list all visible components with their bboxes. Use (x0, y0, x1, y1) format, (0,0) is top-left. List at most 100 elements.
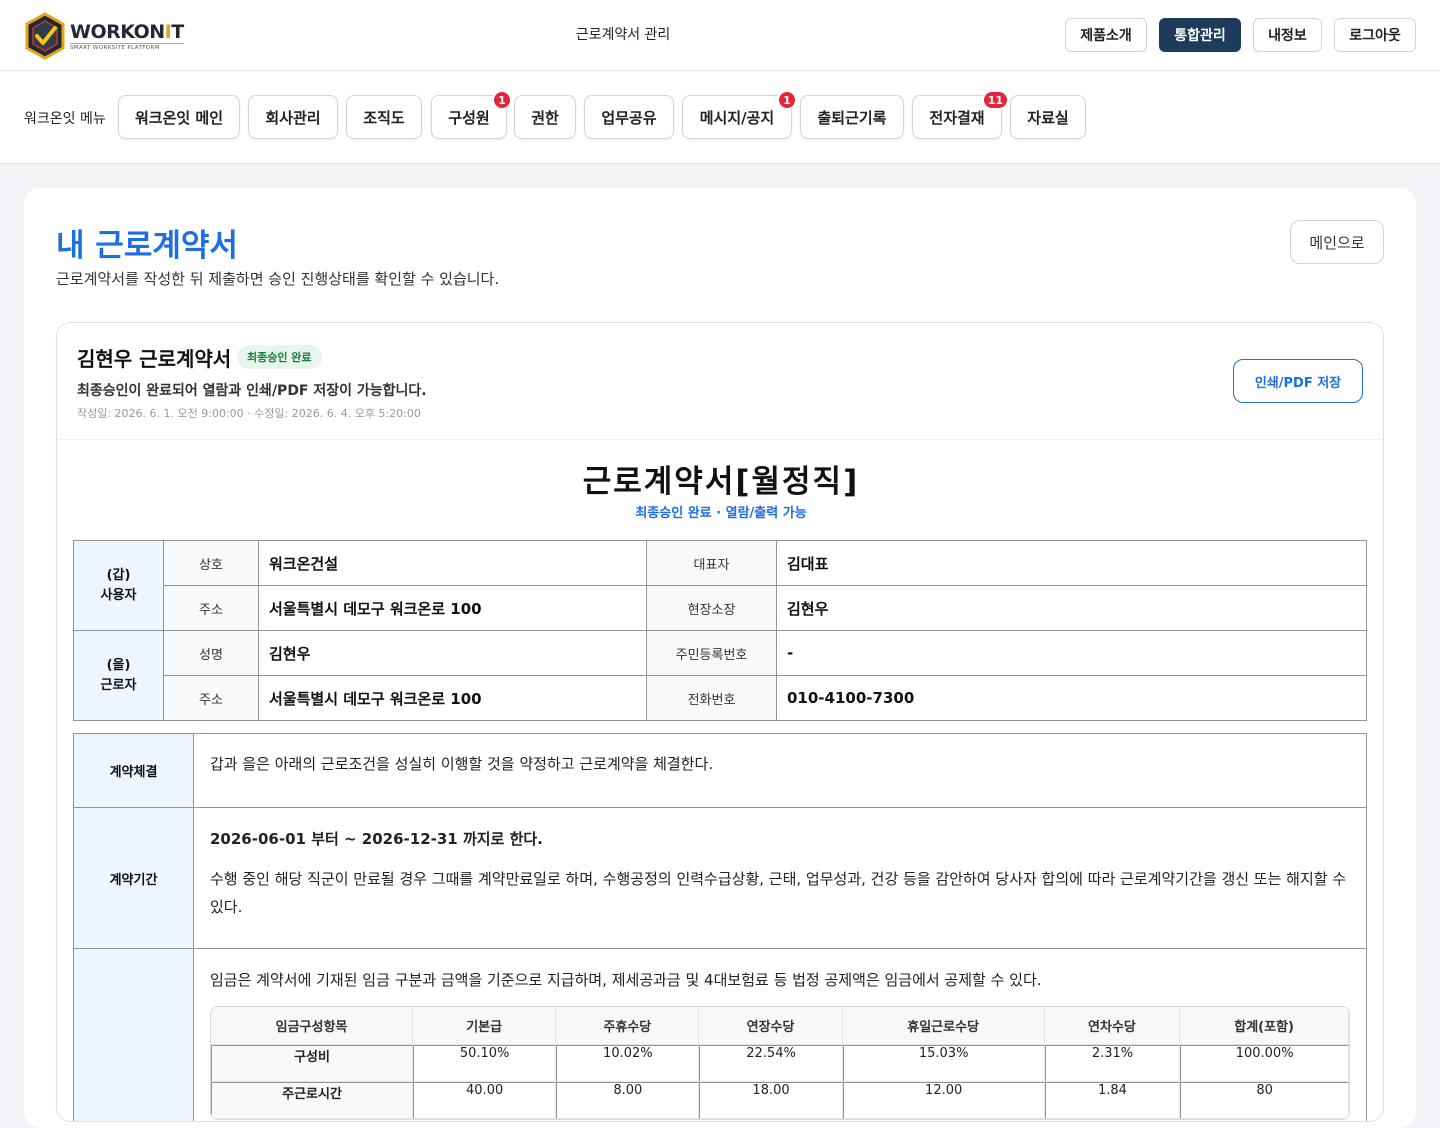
contract-dates: 작성일: 2026. 6. 1. 오전 9:00:00 · 수정일: 2026.… (77, 407, 421, 420)
integrated-management-button[interactable]: 통합관리 (1159, 18, 1241, 52)
product-intro-button[interactable]: 제품소개 (1065, 18, 1147, 52)
ceo-label: 대표자 (646, 540, 777, 586)
contract-name: 김현우 근로계약서 (77, 347, 232, 371)
menu-item-archive[interactable]: 자료실 (1010, 95, 1086, 139)
top-header: WORKONIT SMART WORKSITE PLATFORM 근로계약서 관… (0, 0, 1440, 71)
period-text: 2026-06-01 부터 ~ 2026-12-31 까지로 한다. (210, 830, 543, 848)
wage-header: 주휴수당 (556, 1007, 700, 1045)
table-row: 임금은 계약서에 기재된 임금 구분과 금액을 기준으로 지급하며, 제세공과금… (73, 948, 1367, 1121)
main-card: 내 근로계약서 근로계약서를 작성한 뒤 제출하면 승인 진행상태를 확인할 수… (24, 188, 1416, 1128)
menu-item-orgchart[interactable]: 조직도 (346, 95, 422, 139)
phone-value: 010-4100-7300 (776, 675, 1367, 721)
menu-item-company[interactable]: 회사관리 (248, 95, 338, 139)
print-pdf-button[interactable]: 인쇄/PDF 저장 (1233, 359, 1363, 403)
wage-table: 임금구성항목 기본급 주휴수당 연장수당 휴일근로수당 연차수당 합계(포함) … (210, 1006, 1350, 1120)
menu-item-label: 메시지/공지 (699, 108, 775, 127)
menu-item-label: 구성원 (448, 108, 490, 127)
wage-cell-value: 18.00 (699, 1082, 843, 1119)
wage-header: 합계(포함) (1180, 1007, 1349, 1045)
wage-header: 연차수당 (1044, 1007, 1181, 1045)
contract-panel: 김현우 근로계약서 최종승인 완료 최종승인이 완료되어 열람과 인쇄/PDF … (56, 322, 1384, 1122)
wage-cell-value: 8.00 (556, 1082, 700, 1119)
menu-item-label: 전자결재 (929, 108, 985, 127)
notification-badge: 1 (777, 90, 797, 110)
table-row: 임금구성항목 기본급 주휴수당 연장수당 휴일근로수당 연차수당 합계(포함) (211, 1007, 1349, 1045)
menu-item-members[interactable]: 구성원 1 (431, 90, 512, 139)
wage-cell-value: 10.02% (556, 1045, 700, 1082)
menu-item-work-share[interactable]: 업무공유 (584, 95, 674, 139)
period-cell: 2026-06-01 부터 ~ 2026-12-31 까지로 한다. 수행 중인… (193, 807, 1367, 949)
wage-label (73, 948, 194, 1121)
wage-cell-value: 80 (1180, 1082, 1349, 1119)
employee-name-label: 성명 (163, 630, 259, 676)
wage-cell-value: 12.00 (842, 1082, 1045, 1119)
employer-address-value: 서울특별시 데모구 워크온로 100 (258, 585, 647, 631)
wage-row-header: 주근로시간 (211, 1082, 414, 1119)
period-note: 수행 중인 해당 직군이 만료될 경우 그때를 계약만료일로 하며, 수행공정의… (210, 870, 1347, 916)
wage-cell-value: 15.03% (842, 1045, 1045, 1082)
menu-item-attendance[interactable]: 출퇴근기록 (800, 95, 904, 139)
menu-item-permissions[interactable]: 권한 (514, 95, 576, 139)
manager-value: 김현우 (776, 585, 1367, 631)
menu-item-messages[interactable]: 메시지/공지 1 (682, 90, 797, 139)
wage-cell-value: 2.31% (1044, 1045, 1181, 1082)
notification-badge: 11 (981, 90, 1009, 110)
page-label: 근로계약서 관리 (575, 27, 671, 43)
agreement-text: 갑과 을은 아래의 근로조건을 성실히 이행할 것을 약정하고 근로계약을 체결… (210, 755, 714, 773)
employer-address-label: 주소 (163, 585, 259, 631)
phone-label: 전화번호 (646, 675, 777, 721)
page-subtitle: 근로계약서를 작성한 뒤 제출하면 승인 진행상태를 확인할 수 있습니다. (56, 270, 500, 288)
wage-cell-value: 40.00 (413, 1082, 557, 1119)
wage-header: 연장수당 (699, 1007, 843, 1045)
my-info-button[interactable]: 내정보 (1253, 18, 1322, 52)
employee-address-label: 주소 (163, 675, 259, 721)
menu-item-label: 워크온잇 메인 (134, 108, 224, 127)
company-label: 상호 (163, 540, 259, 586)
wage-header: 기본급 (413, 1007, 557, 1045)
agreement-label: 계약체결 (73, 733, 194, 808)
wage-cell: 임금은 계약서에 기재된 임금 구분과 금액을 기준으로 지급하며, 제세공과금… (193, 948, 1367, 1121)
document-subtitle: 최종승인 완료 · 열람/출력 가능 (635, 506, 807, 521)
employee-name-value: 김현우 (258, 630, 647, 676)
manager-label: 현장소장 (646, 585, 777, 631)
wage-cell-value: 100.00% (1180, 1045, 1349, 1082)
menu-item-label: 회사관리 (265, 108, 321, 127)
table-row: 주근로시간 40.00 8.00 18.00 12.00 1.84 80 (211, 1082, 1349, 1119)
logout-button[interactable]: 로그아웃 (1334, 18, 1416, 52)
contract-header: 김현우 근로계약서 최종승인 완료 최종승인이 완료되어 열람과 인쇄/PDF … (57, 323, 1383, 440)
menu-bar: 워크온잇 메뉴 워크온잇 메인 회사관리 조직도 구성원 1 권한 업무공유 메시… (0, 71, 1440, 164)
employee-group-label: (을) 근로자 (73, 630, 164, 721)
company-value: 워크온건설 (258, 540, 647, 586)
menu-item-label: 자료실 (1027, 108, 1069, 127)
document-title: 근로계약서[월정직] (582, 464, 860, 500)
table-row: (을) 근로자 성명 김현우 주민등록번호 - (73, 630, 1367, 721)
menu-item-label: 출퇴근기록 (817, 108, 887, 127)
wage-header: 임금구성항목 (211, 1007, 414, 1045)
ceo-value: 김대표 (776, 540, 1367, 586)
wage-cell-value: 1.84 (1044, 1082, 1181, 1119)
table-row: 계약체결 갑과 을은 아래의 근로조건을 성실히 이행할 것을 약정하고 근로계… (73, 733, 1367, 808)
page-title: 내 근로계약서 (56, 228, 238, 264)
table-row: 계약기간 2026-06-01 부터 ~ 2026-12-31 까지로 한다. … (73, 807, 1367, 949)
menu-title: 워크온잇 메뉴 (24, 111, 106, 127)
table-row: 구성비 50.10% 10.02% 22.54% 15.03% 2.31% 10… (211, 1045, 1349, 1082)
menu-item-approval[interactable]: 전자결재 11 (912, 90, 1009, 139)
notification-badge: 1 (492, 90, 512, 110)
table-row: 주소 서울특별시 데모구 워크온로 100 현장소장 김현우 (74, 585, 1367, 631)
wage-cell-value: 22.54% (699, 1045, 843, 1082)
rrn-value: - (776, 630, 1367, 676)
wage-header: 휴일근로수당 (842, 1007, 1045, 1045)
table-row: 주소 서울특별시 데모구 워크온로 100 전화번호 010-4100-7300 (74, 675, 1367, 721)
party-table: (갑) 사용자 상호 워크온건설 대표자 김대표 주소 서울특별시 데모구 워크온… (73, 540, 1367, 721)
table-row: (갑) 사용자 상호 워크온건설 대표자 김대표 (73, 540, 1367, 631)
employer-group-label: (갑) 사용자 (73, 540, 164, 631)
status-badge: 최종승인 완료 (237, 345, 322, 369)
menu-item-main[interactable]: 워크온잇 메인 (118, 95, 240, 139)
employee-address-value: 서울특별시 데모구 워크온로 100 (258, 675, 647, 721)
wage-row-header: 구성비 (211, 1045, 414, 1082)
period-label: 계약기간 (73, 807, 194, 949)
menu-item-label: 권한 (531, 108, 559, 127)
go-main-button[interactable]: 메인으로 (1290, 220, 1384, 264)
rrn-label: 주민등록번호 (646, 630, 777, 676)
agreement-cell: 갑과 을은 아래의 근로조건을 성실히 이행할 것을 약정하고 근로계약을 체결… (193, 733, 1367, 808)
